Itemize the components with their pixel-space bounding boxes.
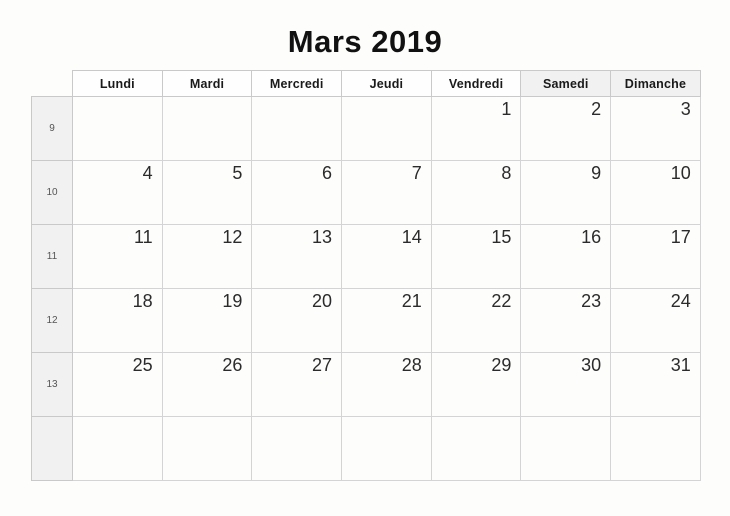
day-cell[interactable]: 1 xyxy=(430,96,522,161)
week-number-cell: 11 xyxy=(31,224,73,289)
day-number: 4 xyxy=(142,163,153,183)
day-number: 17 xyxy=(670,227,691,247)
day-cell[interactable]: 8 xyxy=(430,160,522,225)
day-number: 16 xyxy=(581,227,602,247)
day-number: 26 xyxy=(222,355,243,375)
calendar-week-row: 12 18 19 20 21 22 23 24 xyxy=(31,288,701,353)
day-cell[interactable]: 22 xyxy=(430,288,522,353)
day-number: 7 xyxy=(411,163,422,183)
day-cell[interactable]: 15 xyxy=(430,224,522,289)
calendar-week-row: 10 4 5 6 7 8 9 10 xyxy=(31,160,701,225)
day-cell[interactable] xyxy=(520,416,612,481)
day-cell[interactable] xyxy=(610,416,701,481)
day-cell[interactable]: 9 xyxy=(520,160,612,225)
week-number-cell: 10 xyxy=(31,160,73,225)
day-number: 1 xyxy=(501,99,512,119)
day-number: 12 xyxy=(222,227,243,247)
day-cell[interactable]: 16 xyxy=(520,224,612,289)
week-number-cell: 12 xyxy=(31,288,73,353)
day-cell[interactable]: 12 xyxy=(161,224,253,289)
day-cell[interactable] xyxy=(341,416,432,481)
day-cell[interactable]: 14 xyxy=(341,224,432,289)
day-number: 18 xyxy=(132,291,153,311)
day-number: 2 xyxy=(591,99,602,119)
day-number: 29 xyxy=(491,355,512,375)
week-number-cell: 13 xyxy=(31,352,73,417)
day-number: 19 xyxy=(222,291,243,311)
day-cell[interactable]: 3 xyxy=(610,96,701,161)
day-number: 6 xyxy=(322,163,333,183)
day-cell[interactable] xyxy=(161,96,253,161)
day-cell[interactable]: 31 xyxy=(610,352,701,417)
day-cell[interactable]: 23 xyxy=(520,288,612,353)
day-cell[interactable] xyxy=(251,96,343,161)
day-number: 24 xyxy=(670,291,691,311)
weekday-header-mardi: Mardi xyxy=(161,70,253,97)
weekday-header-lundi: Lundi xyxy=(72,70,163,97)
day-number: 31 xyxy=(670,355,691,375)
day-cell[interactable]: 30 xyxy=(520,352,612,417)
day-number: 27 xyxy=(312,355,333,375)
day-number: 3 xyxy=(680,99,691,119)
day-cell[interactable] xyxy=(251,416,343,481)
weekday-header-vendredi: Vendredi xyxy=(430,70,522,97)
weekday-header-mercredi: Mercredi xyxy=(251,70,343,97)
day-cell[interactable]: 26 xyxy=(161,352,253,417)
day-cell[interactable]: 5 xyxy=(161,160,253,225)
day-cell[interactable]: 7 xyxy=(341,160,432,225)
day-number: 9 xyxy=(591,163,602,183)
weekday-header-dimanche: Dimanche xyxy=(610,70,701,97)
day-cell[interactable]: 24 xyxy=(610,288,701,353)
day-number: 10 xyxy=(670,163,691,183)
day-cell[interactable] xyxy=(72,96,163,161)
day-cell[interactable]: 25 xyxy=(72,352,163,417)
day-cell[interactable] xyxy=(430,416,522,481)
day-cell[interactable]: 18 xyxy=(72,288,163,353)
day-cell[interactable]: 6 xyxy=(251,160,343,225)
day-number: 23 xyxy=(581,291,602,311)
week-number-header xyxy=(32,71,73,97)
day-number: 5 xyxy=(232,163,243,183)
page-title: Mars 2019 xyxy=(287,24,443,59)
weekday-header-jeudi: Jeudi xyxy=(341,70,432,97)
day-cell[interactable]: 29 xyxy=(430,352,522,417)
calendar-body: 9 1 2 3 10 4 5 6 7 8 9 10 11 11 12 13 14… xyxy=(31,96,701,481)
calendar-page: Mars 2019 Lundi Mardi Mercredi Jeudi Ven… xyxy=(0,0,730,516)
calendar-week-row: 13 25 26 27 28 29 30 31 xyxy=(31,352,701,417)
month-calendar-grid: Lundi Mardi Mercredi Jeudi Vendredi Same… xyxy=(31,70,701,481)
day-number: 14 xyxy=(401,227,422,247)
day-number: 8 xyxy=(501,163,512,183)
week-number-cell: 9 xyxy=(31,96,73,161)
day-cell[interactable]: 19 xyxy=(161,288,253,353)
day-cell[interactable]: 27 xyxy=(251,352,343,417)
day-cell[interactable]: 20 xyxy=(251,288,343,353)
day-cell[interactable]: 10 xyxy=(610,160,701,225)
day-cell[interactable] xyxy=(341,96,432,161)
day-cell[interactable]: 11 xyxy=(72,224,163,289)
day-cell[interactable]: 28 xyxy=(341,352,432,417)
day-cell[interactable]: 2 xyxy=(520,96,612,161)
day-number: 11 xyxy=(134,227,153,247)
day-number: 28 xyxy=(401,355,422,375)
calendar-week-row: 11 11 12 13 14 15 16 17 xyxy=(31,224,701,289)
calendar-week-row: 9 1 2 3 xyxy=(31,96,701,161)
day-cell[interactable] xyxy=(161,416,253,481)
day-number: 30 xyxy=(581,355,602,375)
weekday-header-samedi: Samedi xyxy=(520,70,612,97)
week-number-cell xyxy=(31,416,73,481)
day-number: 15 xyxy=(491,227,512,247)
day-cell[interactable]: 13 xyxy=(251,224,343,289)
day-number: 25 xyxy=(132,355,153,375)
day-number: 20 xyxy=(312,291,333,311)
day-number: 13 xyxy=(312,227,333,247)
day-cell[interactable]: 21 xyxy=(341,288,432,353)
day-cell[interactable]: 17 xyxy=(610,224,701,289)
calendar-week-row xyxy=(31,416,701,481)
day-cell[interactable] xyxy=(72,416,163,481)
calendar-header-row: Lundi Mardi Mercredi Jeudi Vendredi Same… xyxy=(32,70,701,97)
day-number: 21 xyxy=(401,291,422,311)
day-number: 22 xyxy=(491,291,512,311)
day-cell[interactable]: 4 xyxy=(72,160,163,225)
